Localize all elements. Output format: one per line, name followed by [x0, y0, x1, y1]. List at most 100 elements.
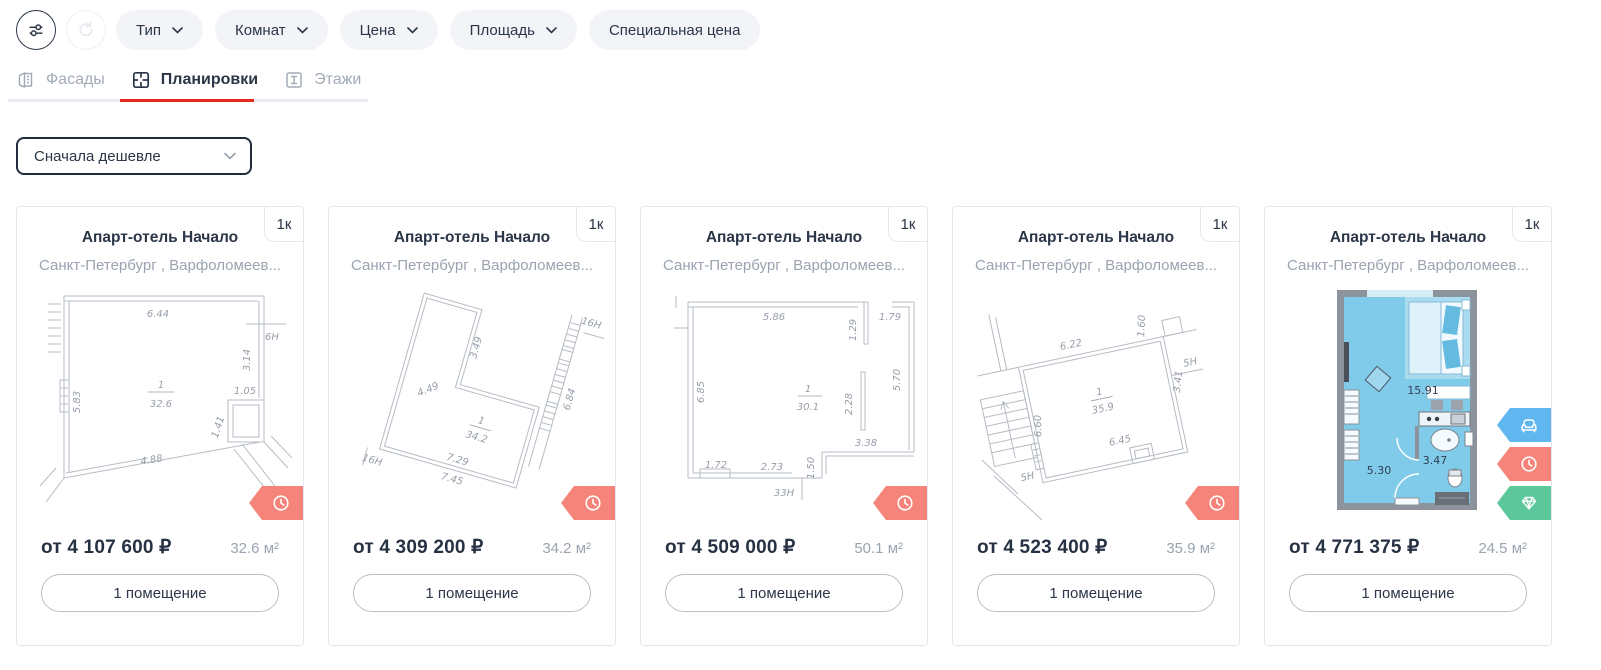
plan-dimension: 5.83: [72, 391, 83, 413]
plan-dimension: 4.88: [140, 453, 164, 467]
plan-dimension: 16H: [580, 316, 603, 332]
card-location: Санкт-Петербург , Варфоломеев...: [329, 257, 615, 274]
filter-pill-label: Специальная цена: [609, 22, 740, 39]
active-tab-indicator: [120, 99, 254, 102]
tab-floors[interactable]: Этажи: [284, 70, 361, 90]
plan-dimension: 4.49: [416, 381, 441, 400]
layout-card[interactable]: 1к Апарт-отель Начало Санкт-Петербург , …: [328, 206, 616, 646]
sort-select[interactable]: Сначала дешевле: [16, 137, 252, 175]
refresh-icon: [75, 19, 97, 41]
filter-pill-price[interactable]: Цена: [340, 10, 438, 50]
chevron-down-icon: [297, 27, 308, 34]
area: 34.2 м²: [542, 540, 591, 557]
promo-tags: [1185, 486, 1239, 520]
price-row: от 4 771 375 ₽ 24.5 м²: [1265, 536, 1551, 559]
card-title: Апарт-отель Начало: [17, 229, 303, 247]
plan-room-area: 3.47: [1423, 454, 1448, 467]
building-icon: [16, 70, 36, 90]
promo-tags: [873, 486, 927, 520]
sliders-icon: [25, 19, 47, 41]
card-location: Санкт-Петербург , Варфоломеев...: [1265, 257, 1551, 274]
rooms-available-button[interactable]: 1 помещение: [665, 574, 903, 612]
furnished-tag: [1497, 408, 1551, 442]
rooms-available-button[interactable]: 1 помещение: [353, 574, 591, 612]
floor-plan-area: 6.22 1.60 3.41 5H 1 35.9 6.60 6.45 5H: [953, 278, 1239, 524]
plan-dimension: 1.72: [705, 460, 727, 471]
card-title: Апарт-отель Начало: [1265, 229, 1551, 247]
limited-offer-tag: [561, 486, 615, 520]
plan-dimension: 3.41: [1172, 370, 1185, 393]
plan-room-area: 35.9: [1091, 401, 1115, 416]
plan-dimension: 6.60: [1033, 415, 1045, 438]
plan-room-area: 32.6: [150, 399, 172, 410]
tab-label: Фасады: [46, 71, 105, 89]
layout-card[interactable]: 1к Апарт-отель Начало Санкт-Петербург , …: [16, 206, 304, 646]
plan-dimension: 1.79: [879, 312, 901, 323]
rooms-available-button[interactable]: 1 помещение: [1289, 574, 1527, 612]
price-row: от 4 509 000 ₽ 50.1 м²: [641, 536, 927, 559]
floor-plan-area: 5.86 1.29 1.79 6.85 1 30.1 2.28 5.70 3.3…: [641, 278, 927, 524]
plan-dimension: 6.45: [1108, 434, 1132, 449]
tab-facades[interactable]: Фасады: [16, 70, 105, 90]
plan-dimension: 3.14: [242, 349, 253, 371]
price: от 4 509 000 ₽: [665, 536, 795, 559]
rooms-count-badge: 1к: [1200, 206, 1240, 242]
plan-dimension: 3.38: [855, 438, 877, 449]
rooms-available-button[interactable]: 1 помещение: [977, 574, 1215, 612]
clock-icon: [895, 493, 915, 513]
price: от 4 309 200 ₽: [353, 536, 483, 559]
rooms-count-badge: 1к: [264, 206, 304, 242]
card-location: Санкт-Петербург , Варфоломеев...: [17, 257, 303, 274]
price: от 4 523 400 ₽: [977, 536, 1107, 559]
plan-room-number: 1: [1095, 386, 1104, 398]
rooms-count-badge: 1к: [888, 206, 928, 242]
area: 35.9 м²: [1166, 540, 1215, 557]
layout-card[interactable]: 1к Апарт-отель Начало Санкт-Петербург , …: [640, 206, 928, 646]
tab-label: Этажи: [314, 71, 361, 89]
floorplan-icon: [131, 70, 151, 90]
plan-dimension: 7.29: [445, 452, 469, 469]
tab-layouts[interactable]: Планировки: [131, 70, 258, 90]
tab-underline-track: [8, 99, 368, 102]
plan-dimension: 1.60: [1136, 315, 1148, 338]
plan-dimension: 5.86: [763, 312, 785, 323]
plan-room-number: 1: [477, 415, 486, 427]
area: 32.6 м²: [230, 540, 279, 557]
filter-pill-area[interactable]: Площадь: [450, 10, 577, 50]
plan-dimension: 2.73: [761, 462, 783, 473]
card-location: Санкт-Петербург , Варфоломеев...: [641, 257, 927, 274]
filter-pill-rooms[interactable]: Комнат: [215, 10, 328, 50]
plan-dimension: 6.85: [696, 381, 707, 403]
filter-pill-special-price[interactable]: Специальная цена: [589, 10, 760, 50]
view-tabs: Фасады Планировки Этажи: [16, 70, 361, 90]
area: 50.1 м²: [854, 540, 903, 557]
card-title: Апарт-отель Начало: [641, 229, 927, 247]
plan-dimension: 6.22: [1059, 338, 1083, 353]
floor-plan-area: 6.44 6H 3.14 5.83 1 32.6 1.05 1.41 4.88: [17, 278, 303, 524]
promo-tags: [1497, 408, 1551, 520]
filter-pill-type[interactable]: Тип: [116, 10, 203, 50]
layout-card[interactable]: 1к Апарт-отель Начало Санкт-Петербург , …: [952, 206, 1240, 646]
chevron-down-icon: [172, 27, 183, 34]
plan-dimension: 1.05: [234, 386, 256, 397]
filter-toolbar: Тип Комнат Цена Площадь Специальная цена: [0, 0, 1601, 50]
layouts-card-list: 1к Апарт-отель Начало Санкт-Петербург , …: [0, 206, 1601, 646]
clock-icon: [1207, 493, 1227, 513]
filter-settings-button[interactable]: [16, 10, 56, 50]
plan-dimension: 5H: [1020, 470, 1036, 484]
plan-dimension: 5H: [1182, 356, 1198, 370]
plan-dimension: 1.41: [210, 415, 227, 440]
plan-dimension: 1.50: [806, 457, 817, 479]
price-row: от 4 107 600 ₽ 32.6 м²: [17, 536, 303, 559]
rooms-available-button[interactable]: 1 помещение: [41, 574, 279, 612]
plan-room-area: 15.91: [1407, 384, 1439, 397]
price: от 4 771 375 ₽: [1289, 536, 1419, 559]
floor-level-icon: [284, 70, 304, 90]
reset-filters-button[interactable]: [66, 10, 106, 50]
area: 24.5 м²: [1478, 540, 1527, 557]
plan-dimension: 6H: [265, 332, 279, 343]
limited-offer-tag: [1497, 447, 1551, 481]
layout-card[interactable]: 1к Апарт-отель Начало Санкт-Петербург , …: [1264, 206, 1552, 646]
filter-pill-label: Площадь: [470, 22, 535, 39]
promo-tags: [561, 486, 615, 520]
